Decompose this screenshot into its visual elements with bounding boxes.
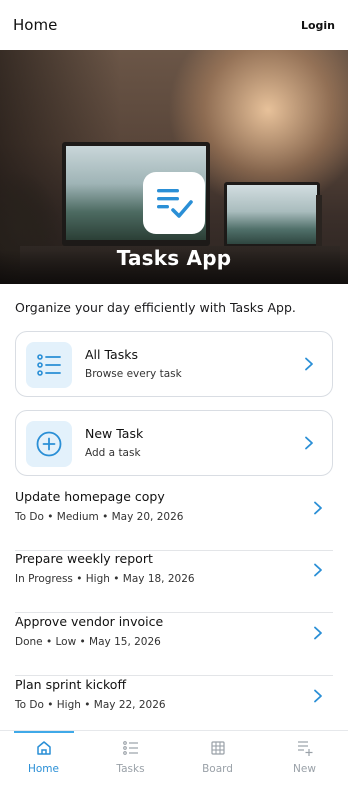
task-row[interactable]: Approve vendor invoice Done • Low • May … [15, 614, 333, 676]
new-task-card[interactable]: New Task Add a task [15, 410, 333, 476]
list-icon [26, 342, 72, 388]
login-button[interactable]: Login [301, 19, 335, 32]
chevron-right-icon [305, 357, 313, 371]
task-meta: In Progress • High • May 18, 2026 [15, 573, 195, 585]
tab-label: Board [202, 763, 233, 775]
monitor-right [224, 182, 320, 248]
intro-text: Organize your day efficiently with Tasks… [15, 300, 296, 315]
task-title: Update homepage copy [15, 489, 165, 504]
home-icon [36, 741, 51, 755]
tab-label: Tasks [116, 763, 145, 775]
chevron-right-icon [314, 689, 322, 703]
tab-new[interactable]: New [261, 739, 348, 775]
tab-label: New [293, 763, 316, 775]
chevron-right-icon [314, 626, 322, 640]
chevron-right-icon [314, 501, 322, 515]
add-list-icon [297, 741, 312, 756]
tab-home[interactable]: Home [0, 739, 87, 775]
active-tab-indicator [14, 731, 74, 733]
tab-label: Home [27, 763, 59, 775]
hero-banner: Tasks App [0, 50, 348, 284]
page-title: Home [13, 16, 58, 34]
task-title: Prepare weekly report [15, 551, 153, 566]
card-title: All Tasks [85, 347, 138, 362]
bottom-tab-bar: Home Tasks Board New [0, 730, 348, 798]
checklist-icon [143, 172, 205, 234]
task-row[interactable]: Update homepage copy To Do • Medium • Ma… [15, 489, 333, 551]
task-row[interactable]: Prepare weekly report In Progress • High… [15, 551, 333, 613]
card-subtitle: Browse every task [85, 368, 182, 380]
top-bar: Home Login [0, 0, 348, 50]
card-subtitle: Add a task [85, 447, 141, 459]
tab-board[interactable]: Board [174, 739, 261, 775]
plus-circle-icon [26, 421, 72, 467]
task-meta: Done • Low • May 15, 2026 [15, 636, 161, 648]
list-icon [122, 741, 138, 755]
task-title: Approve vendor invoice [15, 614, 164, 629]
task-meta: To Do • High • May 22, 2026 [15, 699, 166, 711]
card-title: New Task [85, 426, 144, 441]
chevron-right-icon [314, 563, 322, 577]
grid-icon [210, 741, 225, 755]
task-title: Plan sprint kickoff [15, 677, 127, 692]
all-tasks-card[interactable]: All Tasks Browse every task [15, 331, 333, 397]
task-meta: To Do • Medium • May 20, 2026 [15, 511, 184, 523]
tab-tasks[interactable]: Tasks [87, 739, 174, 775]
chevron-right-icon [305, 436, 313, 450]
app-name: Tasks App [116, 246, 232, 270]
